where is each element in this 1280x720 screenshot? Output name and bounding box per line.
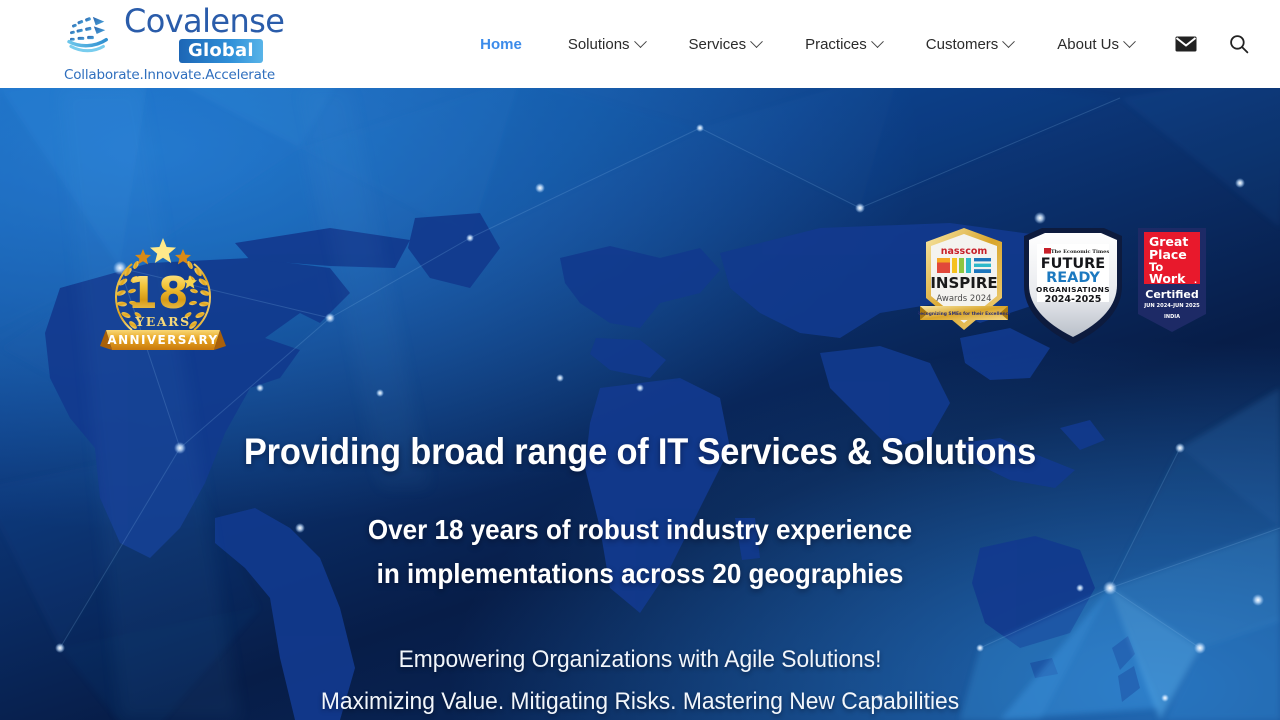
nav-label-customers: Customers [925, 35, 999, 53]
hero-subheadline: Over 18 years of robust industry experie… [45, 508, 1235, 598]
nav-label-about-us: About Us [1057, 35, 1119, 53]
future-ready-line2: READY [1046, 270, 1100, 286]
hero-subheadline-line2: in implementations across 20 geographies [376, 558, 904, 590]
nav-item-customers[interactable]: Customers [904, 0, 1036, 88]
logo-row: Covalense Global [64, 5, 285, 63]
chevron-down-icon [1002, 34, 1016, 48]
hero-tagline: Empowering Organizations with Agile Solu… [32, 639, 1248, 720]
logo-tagline: Collaborate.Innovate.Accelerate [64, 66, 275, 83]
nav-item-practices[interactable]: Practices [783, 0, 904, 88]
gptw-mark: . [1194, 276, 1197, 285]
anniversary-ribbon-label: ANNIVERSARY [107, 333, 218, 347]
gptw-country: INDIA [1164, 314, 1180, 320]
hero-banner: 18 YEARS ANNIVERSARY nasscom INSPIRE Awa… [0, 88, 1280, 720]
nav-label-solutions: Solutions [567, 35, 630, 53]
logo-brand-name: Covalense [124, 1, 285, 40]
logo-text: Covalense Global [124, 5, 285, 63]
nasscom-org: nasscom [941, 246, 988, 257]
award-badge-great-place-to-work: Great Place To Work . Certified JUN 2024… [1136, 226, 1208, 339]
chevron-down-icon [750, 34, 763, 48]
award-badge-nasscom: nasscom INSPIRE Awards 2024 "Recognizing… [915, 226, 1013, 349]
anniversary-badge: 18 YEARS ANNIVERSARY [98, 230, 228, 355]
search-icon[interactable] [1216, 0, 1280, 88]
chevron-down-icon [870, 34, 884, 48]
nav-label-home: Home [480, 35, 522, 53]
site-header: Covalense Global Collaborate.Innovate.Ac… [0, 0, 1280, 88]
nasscom-ribbon: "Recognizing SMEs for their Excellence" [918, 311, 1010, 317]
anniversary-ribbon: ANNIVERSARY [100, 330, 226, 350]
logo-brand-suffix: Global [179, 38, 263, 63]
nav-label-services: Services [688, 35, 747, 53]
main-navigation: Home Solutions Services Practices Custom… [462, 0, 1280, 88]
award-badges: nasscom INSPIRE Awards 2024 "Recognizing… [915, 226, 1208, 353]
nav-item-about-us[interactable]: About Us [1035, 0, 1156, 88]
hero-subheadline-line1: Over 18 years of robust industry experie… [367, 513, 913, 545]
nav-item-solutions[interactable]: Solutions [546, 0, 667, 88]
hero-tagline-line1: Empowering Organizations with Agile Solu… [398, 646, 882, 674]
economic-times-logo: The Economic Times [1044, 248, 1109, 255]
future-ready-years: 2024-2025 [1045, 294, 1102, 305]
award-badge-future-ready: The Economic Times FUTURE READY ORGANISA… [1018, 226, 1128, 353]
svg-text:The Economic Times: The Economic Times [1051, 249, 1110, 255]
hero-tagline-line2: Maximizing Value. Mitigating Risks. Mast… [320, 687, 960, 715]
swoosh-arrows-icon [64, 13, 116, 55]
gptw-period: JUN 2024-JUN 2025 [1143, 303, 1200, 309]
hero-headline: Providing broad range of IT Services & S… [243, 431, 1037, 472]
nasscom-title: INSPIRE [930, 274, 997, 292]
gptw-line4: Work [1149, 271, 1186, 286]
anniversary-years-label: YEARS [134, 314, 191, 329]
nasscom-subtitle: Awards 2024 [936, 294, 991, 304]
nav-item-services[interactable]: Services [667, 0, 784, 88]
anniversary-number: 18 [127, 268, 188, 319]
nav-item-home[interactable]: Home [462, 0, 546, 88]
hero-copy: Providing broad range of IT Services & S… [0, 431, 1280, 720]
site-logo[interactable]: Covalense Global Collaborate.Innovate.Ac… [64, 5, 285, 83]
future-ready-line3: ORGANISATIONS [1036, 285, 1110, 294]
nav-label-practices: Practices [805, 35, 867, 53]
envelope-icon[interactable] [1156, 0, 1216, 88]
chevron-down-icon [633, 34, 647, 48]
gptw-certified: Certified [1145, 288, 1198, 301]
chevron-down-icon [1123, 34, 1136, 48]
